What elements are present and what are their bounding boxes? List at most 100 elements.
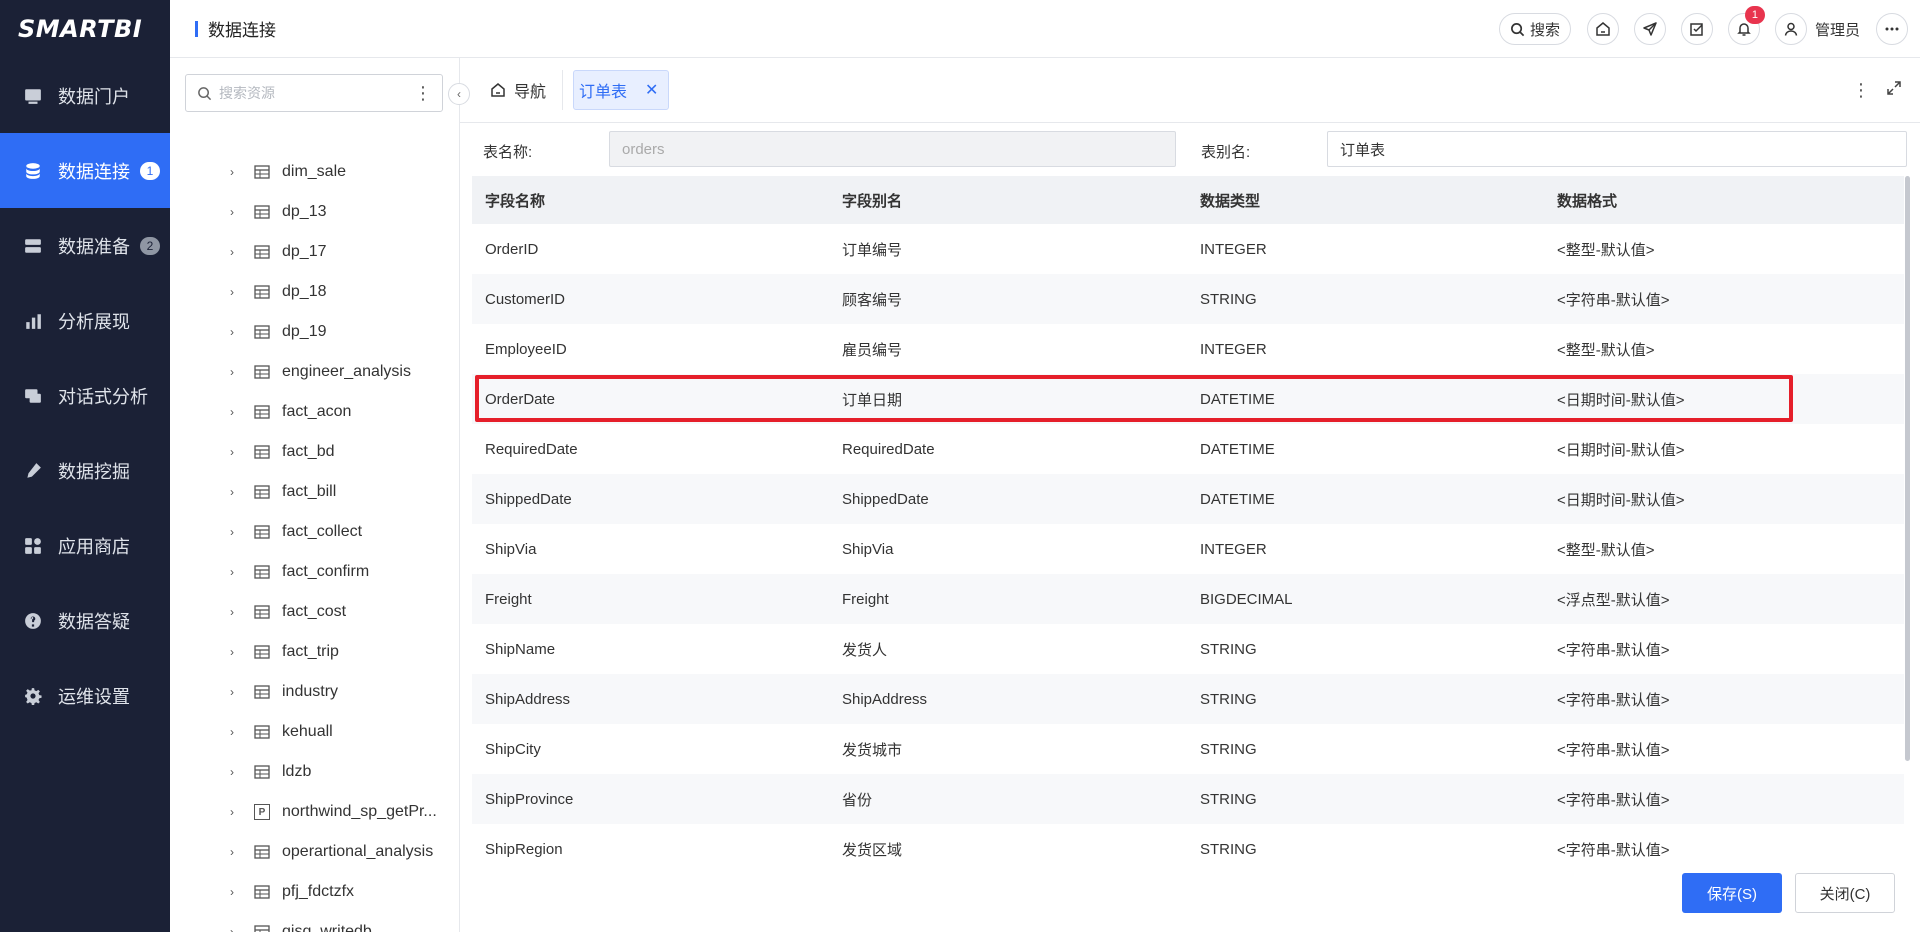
chevron-right-icon[interactable]: › — [230, 645, 242, 659]
more-vertical-icon[interactable]: ⋮ — [1852, 80, 1870, 101]
chevron-right-icon[interactable]: › — [230, 325, 242, 339]
chevron-right-icon[interactable]: › — [230, 725, 242, 739]
save-button[interactable]: 保存(S) — [1682, 873, 1782, 913]
field-alias-cell[interactable]: ShippedDate — [829, 491, 1187, 508]
chevron-right-icon[interactable]: › — [230, 845, 242, 859]
tree-item[interactable]: › dp_13 — [170, 192, 459, 232]
data-format-cell[interactable]: <整型-默认值> — [1544, 539, 1904, 560]
resource-search-input[interactable] — [219, 85, 419, 101]
home-button[interactable] — [1586, 13, 1619, 45]
expand-icon[interactable] — [1886, 80, 1902, 96]
data-format-cell[interactable]: <字符串-默认值> — [1544, 639, 1904, 660]
close-button[interactable]: 关闭(C) — [1795, 873, 1895, 913]
field-alias-cell[interactable]: 发货区域 — [829, 839, 1187, 860]
chevron-right-icon[interactable]: › — [230, 885, 242, 899]
nav-item-data-portal[interactable]: 数据门户 — [0, 58, 170, 133]
field-alias-cell[interactable]: 省份 — [829, 789, 1187, 810]
data-format-cell[interactable]: <浮点型-默认值> — [1544, 589, 1904, 610]
tree-item[interactable]: › fact_cost — [170, 592, 459, 632]
data-format-cell[interactable]: <字符串-默认值> — [1544, 689, 1904, 710]
global-search-button[interactable]: 搜索 — [1498, 13, 1571, 45]
tree-item[interactable]: › qisq_writedb — [170, 912, 459, 932]
table-row[interactable]: CustomerID 顾客编号 STRING <字符串-默认值> — [472, 274, 1904, 324]
table-row[interactable]: ShipAddress ShipAddress STRING <字符串-默认值> — [472, 674, 1904, 724]
tree-item[interactable]: › operartional_analysis — [170, 832, 459, 872]
chevron-right-icon[interactable]: › — [230, 925, 242, 932]
table-row[interactable]: ShipCity 发货城市 STRING <字符串-默认值> — [472, 724, 1904, 774]
chevron-right-icon[interactable]: › — [230, 165, 242, 179]
table-row[interactable]: EmployeeID 雇员编号 INTEGER <整型-默认值> — [472, 324, 1904, 374]
tree-item[interactable]: › fact_collect — [170, 512, 459, 552]
tree-item[interactable]: › ldzb — [170, 752, 459, 792]
send-button[interactable] — [1633, 13, 1666, 45]
tree-item[interactable]: › pfj_fdctzfx — [170, 872, 459, 912]
tab-navigation[interactable]: 导航 — [490, 78, 546, 102]
more-menu-button[interactable] — [1876, 13, 1908, 45]
field-alias-cell[interactable]: 顾客编号 — [829, 289, 1187, 310]
table-row[interactable]: ShipVia ShipVia INTEGER <整型-默认值> — [472, 524, 1904, 574]
table-row[interactable]: ShipProvince 省份 STRING <字符串-默认值> — [472, 774, 1904, 824]
table-row[interactable]: Freight Freight BIGDECIMAL <浮点型-默认值> — [472, 574, 1904, 624]
tree-item[interactable]: › dp_18 — [170, 272, 459, 312]
field-alias-cell[interactable]: 订单日期 — [829, 389, 1187, 410]
chevron-right-icon[interactable]: › — [230, 285, 242, 299]
chevron-right-icon[interactable]: › — [230, 405, 242, 419]
tree-item[interactable]: › fact_bd — [170, 432, 459, 472]
data-format-cell[interactable]: <字符串-默认值> — [1544, 289, 1904, 310]
collapse-panel-button[interactable]: ‹ — [448, 83, 470, 105]
chevron-right-icon[interactable]: › — [230, 565, 242, 579]
tree-more-options-icon[interactable]: ⋮ — [414, 84, 432, 102]
nav-item-data-connection[interactable]: 数据连接 1 — [0, 133, 170, 208]
chevron-right-icon[interactable]: › — [230, 245, 242, 259]
field-alias-cell[interactable]: 发货城市 — [829, 739, 1187, 760]
task-button[interactable] — [1680, 13, 1713, 45]
nav-item-app-store[interactable]: 应用商店 — [0, 508, 170, 583]
tree-item[interactable]: › dp_17 — [170, 232, 459, 272]
notification-button[interactable]: 1 — [1727, 6, 1765, 45]
data-format-cell[interactable]: <日期时间-默认值> — [1544, 489, 1904, 510]
table-row[interactable]: ShipRegion 发货区域 STRING <字符串-默认值> — [472, 824, 1904, 874]
tree-item[interactable]: › Pnorthwind_sp_getPr... — [170, 792, 459, 832]
nav-item-data-qa[interactable]: 数据答疑 — [0, 583, 170, 658]
chevron-right-icon[interactable]: › — [230, 525, 242, 539]
field-alias-cell[interactable]: ShipAddress — [829, 691, 1187, 708]
data-format-cell[interactable]: <字符串-默认值> — [1544, 839, 1904, 860]
chevron-right-icon[interactable]: › — [230, 765, 242, 779]
close-icon[interactable]: ✕ — [645, 80, 658, 100]
chevron-right-icon[interactable]: › — [230, 805, 242, 819]
chevron-right-icon[interactable]: › — [230, 685, 242, 699]
user-menu[interactable]: 管理员 — [1774, 13, 1860, 45]
chevron-right-icon[interactable]: › — [230, 445, 242, 459]
field-alias-cell[interactable]: 雇员编号 — [829, 339, 1187, 360]
field-alias-cell[interactable]: RequiredDate — [829, 441, 1187, 458]
nav-item-ops-settings[interactable]: 运维设置 — [0, 658, 170, 733]
table-row[interactable]: ShipName 发货人 STRING <字符串-默认值> — [472, 624, 1904, 674]
tree-item[interactable]: › engineer_analysis — [170, 352, 459, 392]
tree-item[interactable]: › fact_bill — [170, 472, 459, 512]
field-alias-cell[interactable]: 订单编号 — [829, 239, 1187, 260]
nav-item-conversational-analysis[interactable]: 对话式分析 — [0, 358, 170, 433]
data-format-cell[interactable]: <整型-默认值> — [1544, 339, 1904, 360]
chevron-right-icon[interactable]: › — [230, 485, 242, 499]
nav-item-data-mining[interactable]: 数据挖掘 — [0, 433, 170, 508]
table-alias-field[interactable] — [1327, 131, 1907, 167]
table-row[interactable]: OrderID 订单编号 INTEGER <整型-默认值> — [472, 224, 1904, 274]
table-row[interactable]: OrderDate 订单日期 DATETIME <日期时间-默认值> — [472, 374, 1904, 424]
data-format-cell[interactable]: <字符串-默认值> — [1544, 789, 1904, 810]
data-format-cell[interactable]: <字符串-默认值> — [1544, 739, 1904, 760]
tree-item[interactable]: › industry — [170, 672, 459, 712]
tree-item[interactable]: › kehuall — [170, 712, 459, 752]
nav-item-analysis[interactable]: 分析展现 — [0, 283, 170, 358]
field-alias-cell[interactable]: 发货人 — [829, 639, 1187, 660]
data-format-cell[interactable]: <整型-默认值> — [1544, 239, 1904, 260]
table-row[interactable]: ShippedDate ShippedDate DATETIME <日期时间-默认值> — [472, 474, 1904, 524]
data-format-cell[interactable]: <日期时间-默认值> — [1544, 439, 1904, 460]
field-alias-cell[interactable]: ShipVia — [829, 541, 1187, 558]
tree-item[interactable]: › dp_19 — [170, 312, 459, 352]
chevron-right-icon[interactable]: › — [230, 205, 242, 219]
table-scrollbar[interactable] — [1905, 176, 1910, 761]
field-alias-cell[interactable]: Freight — [829, 591, 1187, 608]
chevron-right-icon[interactable]: › — [230, 365, 242, 379]
tab-orders-table[interactable]: 订单表 ✕ — [573, 70, 670, 110]
tree-item[interactable]: › fact_confirm — [170, 552, 459, 592]
